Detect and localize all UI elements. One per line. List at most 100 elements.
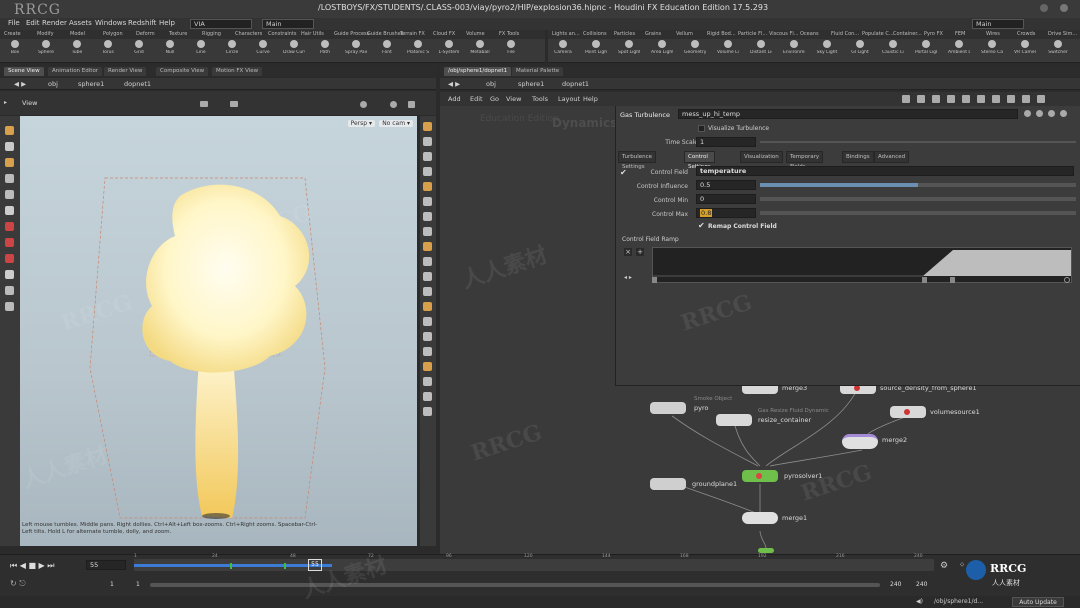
crumb-sphere1[interactable]: sphere1	[78, 80, 104, 88]
shelf-tool-left-0[interactable]: Box	[4, 40, 26, 55]
select-icon[interactable]	[5, 126, 14, 135]
network-menu-4[interactable]: Tools	[532, 95, 548, 103]
net-tool-icon-i[interactable]	[1022, 95, 1030, 103]
display-option-icon-13[interactable]	[423, 317, 432, 326]
magnet-icon[interactable]	[5, 222, 14, 231]
window-minimize-icon[interactable]	[1040, 4, 1048, 12]
shelf-tab-left-8[interactable]: Constraints	[268, 31, 297, 37]
playback-controls[interactable]: ⏮ ◀ ■ ▶ ⏭	[10, 561, 54, 571]
net-tool-icon-d[interactable]	[947, 95, 955, 103]
display-option-icon-0[interactable]	[423, 122, 432, 131]
param-tab-2[interactable]: Visualization	[740, 151, 783, 163]
network-menu-2[interactable]: Go	[490, 95, 499, 103]
menu-file[interactable]: File	[8, 19, 20, 27]
shelf-tab-right-1[interactable]: Collisions	[583, 31, 607, 37]
scale-icon[interactable]	[5, 174, 14, 183]
timeline-playhead[interactable]: 55	[308, 559, 322, 571]
right-crumb-obj[interactable]: obj	[486, 80, 496, 88]
shelf-tool-left-8[interactable]: Curve	[252, 40, 274, 55]
shelf-tool-right-12[interactable]: Ambient Light	[948, 40, 970, 55]
timescale-field[interactable]: 1	[696, 137, 756, 147]
control-max-slider[interactable]	[760, 211, 1076, 215]
shelf-tool-left-13[interactable]: Platonic Solids	[407, 40, 429, 55]
shelf-tool-left-6[interactable]: Line	[190, 40, 212, 55]
network-menu-0[interactable]: Add	[448, 95, 461, 103]
display-option-icon-4[interactable]	[423, 182, 432, 191]
ramp-key-3[interactable]	[1064, 277, 1070, 283]
shelf-tool-right-4[interactable]: Geometry Light	[684, 40, 706, 55]
left-tab-2[interactable]: Render View	[104, 67, 147, 76]
display-option-icon-2[interactable]	[423, 152, 432, 161]
network-menu-5[interactable]: Layout	[558, 95, 580, 103]
shelf-tab-left-10[interactable]: Guide Process	[334, 31, 369, 37]
shelf-tab-right-12[interactable]: Pyro FX	[924, 31, 943, 37]
shelf-tab-right-2[interactable]: Particles	[614, 31, 635, 37]
ramp-key-1[interactable]	[922, 277, 927, 283]
right-shelf-set-select[interactable]: Main	[972, 19, 1024, 29]
shelf-tool-right-6[interactable]: Distant Light	[750, 40, 772, 55]
remap-checkbox[interactable]: ✔	[698, 221, 705, 230]
display-option-icon-7[interactable]	[423, 227, 432, 236]
menu-render[interactable]: Render	[42, 19, 67, 27]
node-pyrosolver[interactable]	[742, 470, 778, 482]
gear-icon[interactable]	[1024, 110, 1031, 117]
view-arrow-icon[interactable]: ▸	[4, 99, 7, 106]
menu-help[interactable]: Help	[159, 19, 175, 27]
move-icon[interactable]	[5, 142, 14, 151]
left-tab-0[interactable]: Scene View	[4, 67, 44, 76]
shelf-tool-left-11[interactable]: Spray Paint	[345, 40, 367, 55]
shelf-tab-left-1[interactable]: Modify	[37, 31, 54, 37]
shelf-tool-left-10[interactable]: Path	[314, 40, 336, 55]
node-name-field[interactable]: mess_up_hi_temp	[678, 109, 1018, 119]
display-option-icon-18[interactable]	[423, 392, 432, 401]
shelf-tool-left-4[interactable]: Grid	[128, 40, 150, 55]
shelf-tab-left-13[interactable]: Cloud FX	[433, 31, 455, 37]
sound-icon[interactable]: ◀)	[916, 598, 923, 605]
shelf-tab-left-0[interactable]: Create	[4, 31, 21, 37]
shelf-tool-right-5[interactable]: Volume Light	[717, 40, 739, 55]
display-option-icon-3[interactable]	[423, 167, 432, 176]
node-resize-container[interactable]	[716, 414, 752, 426]
camera-menu-icon[interactable]	[390, 101, 397, 108]
shelf-tool-left-14[interactable]: L-System	[438, 40, 460, 55]
node-merge1[interactable]	[742, 512, 778, 524]
display-option-icon-1[interactable]	[423, 137, 432, 146]
param-tab-0[interactable]: Turbulence Settings	[618, 151, 657, 170]
display-option-icon-6[interactable]	[423, 212, 432, 221]
node-volumesource[interactable]	[890, 406, 926, 418]
shelf-tab-left-9[interactable]: Hair Utils	[301, 31, 324, 37]
shelf-tab-left-5[interactable]: Texture	[169, 31, 187, 37]
display-option-icon-10[interactable]	[423, 272, 432, 281]
help-icon[interactable]	[1036, 110, 1043, 117]
shelf-tab-left-11[interactable]: Guide Brushes	[367, 31, 403, 37]
network-menu-1[interactable]: Edit	[470, 95, 483, 103]
back-icon[interactable]: ◀ ▶	[14, 80, 26, 88]
shelf-tab-right-4[interactable]: Vellum	[676, 31, 693, 37]
control-influence-slider[interactable]	[760, 183, 1076, 187]
display-option-icon-12[interactable]	[423, 302, 432, 311]
scene-viewport[interactable]: Persp ▾ No cam ▾ Left mouse tumbles. Mid…	[20, 116, 417, 546]
shelf-tool-right-15[interactable]: Switcher	[1047, 40, 1069, 55]
ramp-remove-icon[interactable]: ×	[624, 248, 632, 256]
info-icon[interactable]	[1048, 110, 1055, 117]
shelf-tool-right-7[interactable]: Environment Light	[783, 40, 805, 55]
display-option-icon-5[interactable]	[423, 197, 432, 206]
net-tool-icon-e[interactable]	[962, 95, 970, 103]
rotate-icon[interactable]	[5, 158, 14, 167]
display-option-icon-15[interactable]	[423, 347, 432, 356]
shelf-tool-right-3[interactable]: Area Light	[651, 40, 673, 55]
shelf-tool-left-7[interactable]: Circle	[221, 40, 243, 55]
window-close-icon[interactable]	[1060, 4, 1068, 12]
shelf-tab-left-7[interactable]: Characters	[235, 31, 262, 37]
persp-button[interactable]: Persp ▾	[347, 120, 375, 127]
node-groundplane[interactable]	[650, 478, 686, 490]
shelf-tab-right-0[interactable]: Lights an...	[552, 31, 580, 37]
network-menu-6[interactable]: Help	[583, 95, 598, 103]
right-crumb-sphere1[interactable]: sphere1	[518, 80, 544, 88]
display-options-icon[interactable]	[360, 101, 367, 108]
pin-param-icon[interactable]	[1060, 110, 1067, 117]
shelf-tab-left-4[interactable]: Deform	[136, 31, 155, 37]
tab-material-palette[interactable]: Material Palette	[512, 67, 564, 76]
net-tool-icon-c[interactable]	[932, 95, 940, 103]
right-back-icon[interactable]: ◀ ▶	[448, 80, 460, 88]
